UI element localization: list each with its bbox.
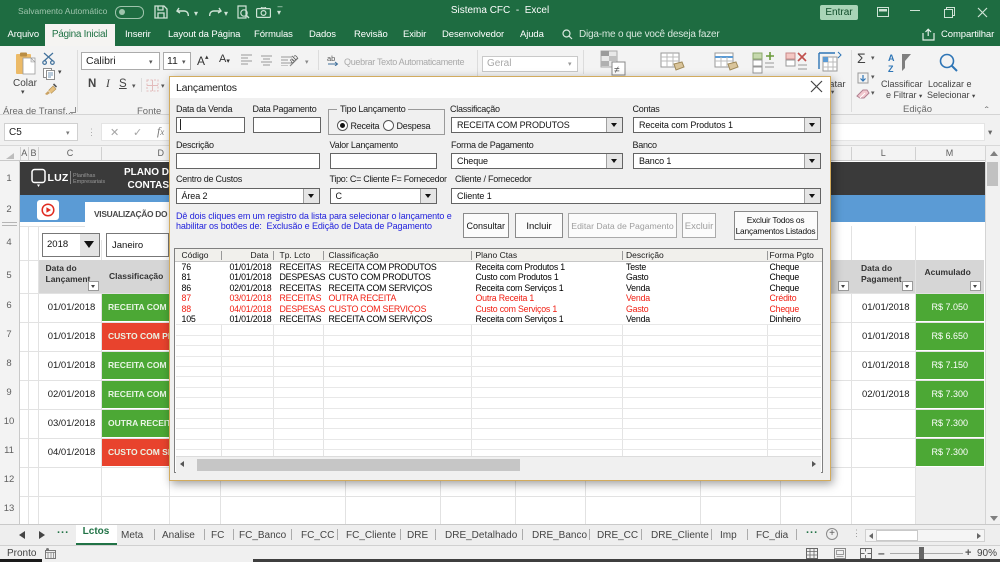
svg-text:ab: ab	[289, 53, 300, 65]
svg-text:A: A	[888, 53, 895, 63]
svg-text:Z: Z	[888, 64, 894, 74]
svg-text:ab: ab	[327, 54, 335, 63]
svg-text:≠: ≠	[614, 65, 620, 76]
